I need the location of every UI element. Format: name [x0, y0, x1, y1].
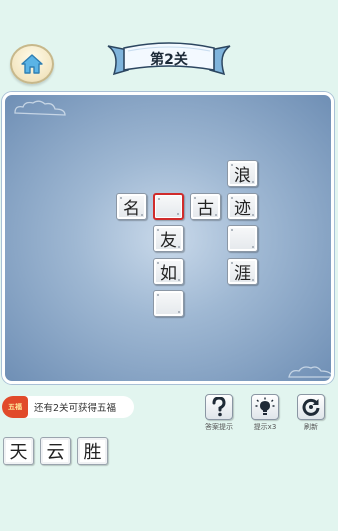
level-banner: 第2关 [104, 40, 234, 82]
candidate-tile[interactable]: 天 [3, 437, 34, 465]
grid-cell-empty[interactable] [227, 225, 258, 252]
question-icon [212, 397, 226, 417]
refresh-button[interactable] [297, 394, 325, 420]
five-blessings-icon: 五福 [2, 396, 28, 418]
grid-cell[interactable]: 名 [116, 193, 147, 220]
hint-count-label: 提示x3 [253, 423, 277, 431]
answer-hint-label: 答案提示 [205, 423, 233, 431]
cloud-decoration-bottom-right [288, 366, 331, 378]
lightbulb-icon [255, 397, 275, 415]
level-title: 第2关 [150, 52, 188, 68]
reward-hint-bar: 五福 还有2关可获得五福 [2, 396, 134, 418]
reward-hint-text: 还有2关可获得五福 [34, 403, 117, 414]
grid-cell[interactable]: 浪 [227, 160, 258, 187]
candidate-tile[interactable]: 胜 [77, 437, 108, 465]
cloud-decoration-top-left [14, 100, 66, 116]
refresh-icon [302, 398, 320, 416]
grid-cell[interactable]: 如 [153, 258, 184, 285]
grid-cell[interactable]: 涯 [227, 258, 258, 285]
grid-cell-empty-selected[interactable] [153, 193, 184, 220]
grid-cell[interactable]: 友 [153, 225, 184, 252]
candidate-tile[interactable]: 云 [40, 437, 71, 465]
answer-hint-button[interactable] [205, 394, 233, 420]
home-icon [21, 54, 43, 74]
grid-cell[interactable]: 迹 [227, 193, 258, 220]
grid-cell-empty[interactable] [153, 290, 184, 317]
grid-cell[interactable]: 古 [190, 193, 221, 220]
refresh-label: 刷新 [304, 423, 318, 431]
hint-button[interactable] [251, 394, 279, 420]
home-button[interactable] [10, 44, 54, 84]
